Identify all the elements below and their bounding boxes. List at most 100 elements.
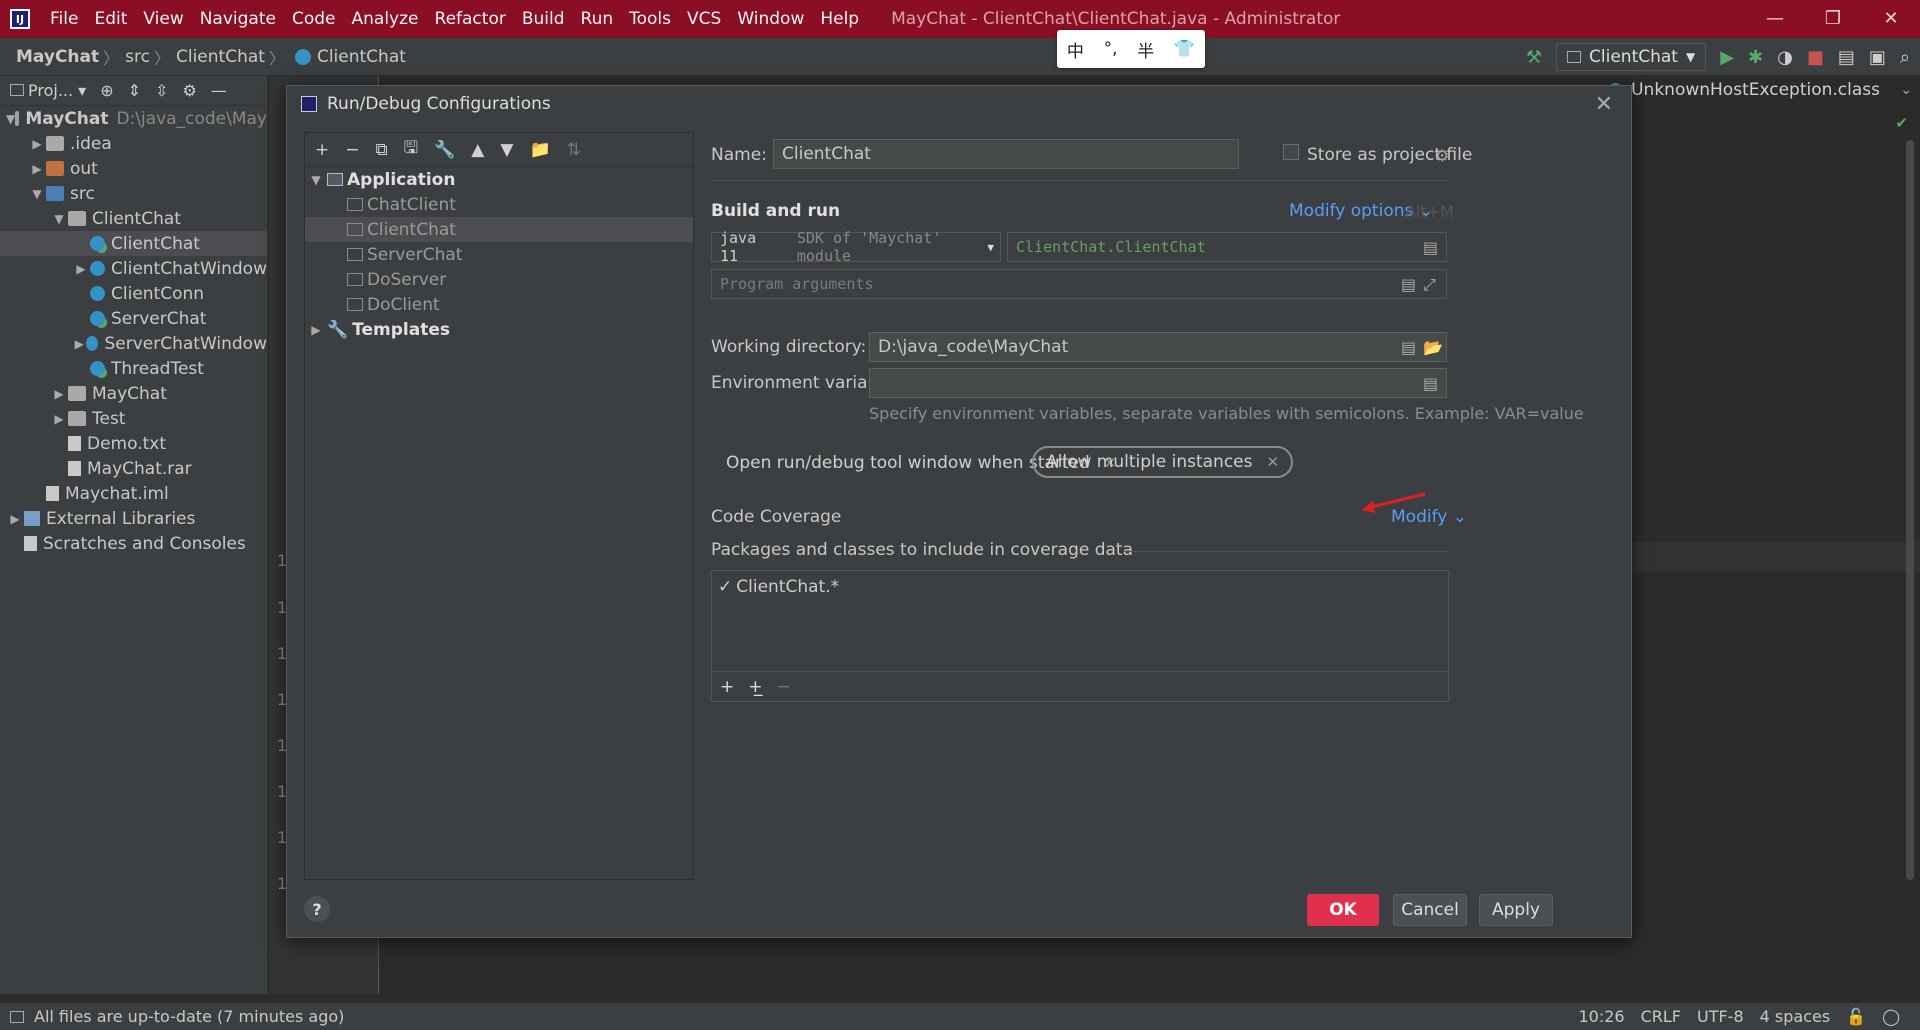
close-window-icon[interactable]: ✕ bbox=[1862, 0, 1920, 38]
remove-icon[interactable]: − bbox=[345, 140, 359, 160]
ime-punctuation[interactable]: °, bbox=[1104, 39, 1118, 59]
working-directory-field[interactable]: D:\java_code\MayChat bbox=[869, 332, 1447, 362]
add-class-icon[interactable]: + bbox=[720, 677, 734, 697]
help-button[interactable]: ? bbox=[304, 896, 330, 922]
menu-refactor[interactable]: Refactor bbox=[427, 9, 514, 29]
coverage-entry[interactable]: ✓ ClientChat.* bbox=[718, 577, 839, 597]
wrench-icon[interactable]: 🔧 bbox=[434, 140, 455, 160]
gear-icon[interactable]: ⚙ bbox=[182, 81, 196, 100]
project-tree-item[interactable]: ClientChat bbox=[0, 231, 267, 256]
run-configuration-select[interactable]: ClientChat ▼ bbox=[1556, 43, 1707, 71]
stop-icon[interactable]: ■ bbox=[1807, 47, 1824, 68]
project-tree-item[interactable]: ▶ ServerChatWindow bbox=[0, 331, 267, 356]
chevron-down-icon[interactable]: ▼ bbox=[50, 212, 68, 226]
add-icon[interactable]: + bbox=[315, 140, 329, 160]
breadcrumb-package[interactable]: ClientChat bbox=[170, 47, 269, 67]
project-tree-item[interactable]: ClientConn bbox=[0, 281, 267, 306]
insert-macro-icon[interactable]: ▤ bbox=[1401, 338, 1416, 357]
configuration-item[interactable]: ServerChat bbox=[305, 242, 693, 267]
run-icon[interactable]: ▶ bbox=[1720, 47, 1734, 68]
editor-scrollbar[interactable] bbox=[1906, 140, 1914, 880]
save-icon[interactable]: 🖫 bbox=[404, 135, 418, 164]
project-tree-item[interactable]: ▶ Test bbox=[0, 406, 267, 431]
coverage-icon[interactable]: ◑ bbox=[1777, 47, 1793, 68]
configuration-item[interactable]: DoServer bbox=[305, 267, 693, 292]
menu-build[interactable]: Build bbox=[514, 9, 573, 29]
search-icon[interactable]: ⌕ bbox=[1900, 47, 1910, 68]
locate-icon[interactable]: ⊕ bbox=[100, 81, 113, 100]
debug-icon[interactable]: ✱ bbox=[1748, 47, 1763, 68]
tabs-dropdown-icon[interactable]: ⌄ bbox=[1900, 82, 1912, 98]
menu-edit[interactable]: Edit bbox=[86, 9, 135, 29]
ime-half-width[interactable]: 半 bbox=[1137, 37, 1154, 62]
editor-tab[interactable]: UnknownHostException.class bbox=[1608, 80, 1880, 100]
chevron-right-icon[interactable]: ▶ bbox=[72, 337, 86, 351]
name-field[interactable]: ClientChat bbox=[773, 139, 1239, 169]
apply-button[interactable]: Apply bbox=[1479, 894, 1553, 926]
project-tree-item[interactable]: ServerChat bbox=[0, 306, 267, 331]
configuration-item[interactable]: ClientChat bbox=[305, 217, 693, 242]
application-node[interactable]: ▼ Application bbox=[305, 167, 693, 192]
folder-icon[interactable]: 📁 bbox=[529, 140, 550, 160]
caret-position[interactable]: 10:26 bbox=[1578, 1007, 1624, 1026]
project-view-select[interactable]: Proj... ▾ bbox=[10, 81, 86, 100]
browse-class-icon[interactable]: ▤ bbox=[1423, 238, 1438, 257]
menu-navigate[interactable]: Navigate bbox=[192, 9, 284, 29]
option-chip-allow-multiple-instances[interactable]: Allow multiple instances ✕ bbox=[1032, 446, 1294, 478]
chevron-right-icon[interactable]: ▶ bbox=[72, 262, 90, 276]
expand-all-icon[interactable]: ⇕ bbox=[128, 81, 141, 100]
store-checkbox[interactable] bbox=[1283, 144, 1299, 160]
notifications-icon[interactable]: ◯ bbox=[1882, 1007, 1900, 1026]
lock-icon[interactable]: 🔓 bbox=[1846, 1007, 1866, 1026]
file-encoding[interactable]: UTF-8 bbox=[1697, 1007, 1744, 1026]
chevron-right-icon[interactable]: ▶ bbox=[50, 412, 68, 426]
terminal-icon[interactable]: ▣ bbox=[1869, 47, 1886, 68]
restore-icon[interactable]: ❐ bbox=[1804, 0, 1862, 38]
menu-analyze[interactable]: Analyze bbox=[344, 9, 427, 29]
main-class-field[interactable]: ClientChat.ClientChat bbox=[1007, 232, 1447, 262]
project-tree-item[interactable]: Demo.txt bbox=[0, 431, 267, 456]
tool-windows-icon[interactable] bbox=[10, 1010, 24, 1023]
browse-folder-icon[interactable]: 📂 bbox=[1423, 338, 1443, 357]
sort-icon[interactable]: ⇅ bbox=[567, 140, 581, 160]
menu-vcs[interactable]: VCS bbox=[679, 9, 729, 29]
sdk-select[interactable]: java 11 SDK of 'Maychat' module ▼ bbox=[711, 229, 1001, 265]
chevron-right-icon[interactable]: ▶ bbox=[6, 512, 24, 526]
breadcrumb-class[interactable]: ClientChat bbox=[311, 47, 410, 67]
project-tree-item[interactable]: MayChat.rar bbox=[0, 456, 267, 481]
menu-file[interactable]: File bbox=[42, 9, 86, 29]
expand-icon[interactable]: ⤢ bbox=[1423, 275, 1436, 295]
project-tree-item[interactable]: ▼ MayChat D:\java_code\May bbox=[0, 106, 267, 131]
project-tree-item[interactable]: ▶ ClientChatWindow bbox=[0, 256, 267, 281]
chevron-right-icon[interactable]: ▶ bbox=[50, 387, 68, 401]
chevron-right-icon[interactable]: ▶ bbox=[28, 162, 46, 176]
menu-view[interactable]: View bbox=[135, 9, 191, 29]
breadcrumb-src[interactable]: src bbox=[119, 47, 154, 67]
menu-run[interactable]: Run bbox=[573, 9, 622, 29]
line-separator[interactable]: CRLF bbox=[1641, 1007, 1681, 1026]
project-tree-item[interactable]: Maychat.iml bbox=[0, 481, 267, 506]
project-tree-item[interactable]: ▶ out bbox=[0, 156, 267, 181]
insert-macro-icon[interactable]: ▤ bbox=[1401, 275, 1416, 294]
project-tree-item[interactable]: ▶ MayChat bbox=[0, 381, 267, 406]
ok-button[interactable]: OK bbox=[1307, 894, 1379, 926]
hide-icon[interactable]: — bbox=[211, 81, 227, 100]
project-tree-item[interactable]: ▶ .idea bbox=[0, 131, 267, 156]
move-down-icon[interactable]: ▼ bbox=[500, 140, 513, 160]
cancel-button[interactable]: Cancel bbox=[1393, 894, 1467, 926]
project-tree-item[interactable]: ▼ ClientChat bbox=[0, 206, 267, 231]
remove-icon[interactable]: − bbox=[777, 677, 791, 697]
build-hammer-icon[interactable]: ⚒ bbox=[1526, 47, 1542, 68]
project-structure-icon[interactable]: ▤ bbox=[1838, 47, 1855, 68]
check-icon[interactable]: ✓ bbox=[718, 577, 732, 597]
move-up-icon[interactable]: ▲ bbox=[471, 140, 484, 160]
chevron-down-icon[interactable]: ▼ bbox=[6, 112, 15, 126]
program-arguments-field[interactable]: Program arguments bbox=[711, 269, 1447, 299]
project-tree-item[interactable]: ▼ src bbox=[0, 181, 267, 206]
edit-env-icon[interactable]: ▤ bbox=[1423, 374, 1438, 393]
project-tree-item[interactable]: ThreadTest bbox=[0, 356, 267, 381]
breadcrumb-project[interactable]: MayChat bbox=[10, 47, 103, 67]
menu-tools[interactable]: Tools bbox=[621, 9, 679, 29]
copy-icon[interactable]: ⧉ bbox=[376, 140, 388, 160]
templates-node[interactable]: ▶ 🔧 Templates bbox=[305, 317, 693, 342]
